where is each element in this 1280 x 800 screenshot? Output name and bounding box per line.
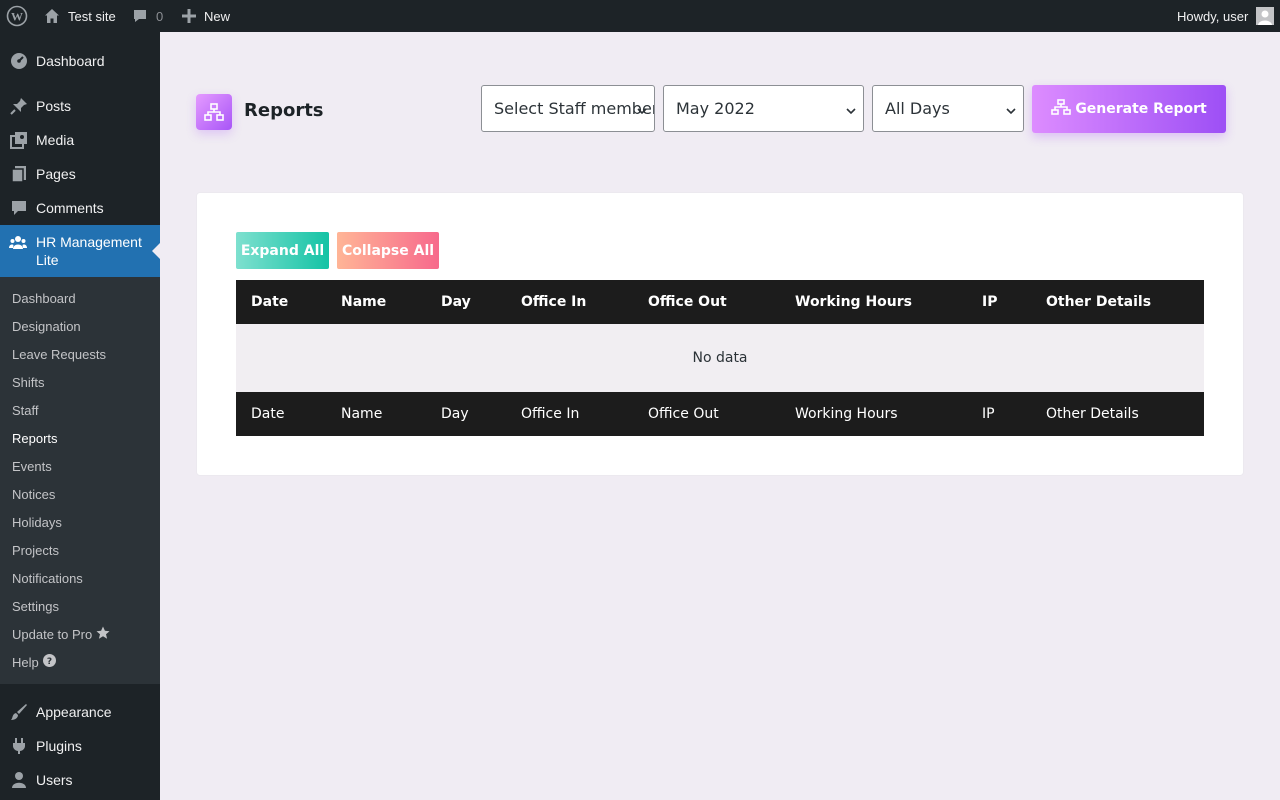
month-select[interactable]: May 2022 [663,85,864,132]
submenu-events[interactable]: Events [12,456,52,476]
help-icon: ? [42,654,56,670]
column-footer-ip: IP [982,406,995,422]
column-header-working-hours[interactable]: Working Hours [795,280,912,324]
submenu-holidays[interactable]: Holidays [12,512,62,532]
submenu-reports[interactable]: Reports [12,428,58,448]
column-header-ip[interactable]: IP [982,280,997,324]
sitemap-icon [1051,99,1075,119]
admin-bar: W Test site 0 New Howdy, user [0,0,1280,32]
column-header-date[interactable]: Date [251,280,288,324]
generate-report-button[interactable]: Generate Report [1032,85,1226,133]
svg-text:?: ? [47,657,52,667]
column-footer-office-out: Office Out [648,406,719,422]
home-icon [44,8,60,24]
submenu-projects[interactable]: Projects [12,540,59,560]
submenu-notifications[interactable]: Notifications [12,568,83,588]
menu-media[interactable]: Media [0,123,160,157]
chevron-down-icon [636,102,648,121]
media-icon [0,131,36,149]
column-header-day[interactable]: Day [441,280,471,324]
pin-icon [0,97,36,115]
submenu-shifts[interactable]: Shifts [12,372,45,392]
submenu-dashboard[interactable]: Dashboard [12,288,76,308]
table-row: No data [236,324,1204,392]
wordpress-logo-icon[interactable]: W [6,0,28,32]
column-footer-name: Name [341,406,383,422]
admin-sidebar: Dashboard Posts Media Pages Comments HR … [0,32,160,800]
table-footer: Date Name Day Office In Office Out Worki… [236,392,1204,436]
greeting: Howdy, user [1177,8,1249,24]
chevron-down-icon [1005,102,1017,121]
menu-plugins[interactable]: Plugins [0,729,160,763]
hr-submenu: Dashboard Designation Leave Requests Shi… [0,277,160,684]
menu-dashboard[interactable]: Dashboard [0,44,160,78]
submenu-leave-requests[interactable]: Leave Requests [12,344,106,364]
site-name: Test site [68,8,116,24]
submenu-designation[interactable]: Designation [12,316,81,336]
days-select[interactable]: All Days [872,85,1024,132]
users-group-icon [9,235,27,254]
active-indicator [152,243,160,259]
menu-comments[interactable]: Comments [0,191,160,225]
user-icon [0,771,36,789]
column-footer-office-in: Office In [521,406,580,422]
staff-select[interactable]: Select Staff member [481,85,655,132]
submenu-notices[interactable]: Notices [12,484,55,504]
plus-icon [182,9,196,23]
submenu-update-to-pro[interactable]: Update to Pro [12,624,110,644]
avatar [1256,7,1275,25]
column-footer-day: Day [441,406,469,422]
menu-pages[interactable]: Pages [0,157,160,191]
submenu-help[interactable]: Help ? [12,652,56,672]
svg-text:W: W [11,10,23,24]
sitemap-icon [196,94,232,130]
comments-count: 0 [156,8,164,24]
comment-icon [0,199,36,217]
new-label: New [204,8,231,24]
column-header-other-details[interactable]: Other Details [1046,280,1151,324]
pages-icon [0,165,36,183]
column-header-office-in[interactable]: Office In [521,280,586,324]
column-header-office-out[interactable]: Office Out [648,280,727,324]
column-header-name[interactable]: Name [341,280,386,324]
menu-appearance[interactable]: Appearance [0,695,160,729]
collapse-all-button[interactable]: Collapse All [337,232,439,269]
page-title: Reports [244,100,324,121]
comments-link[interactable]: 0 [132,0,163,32]
comment-bubble-icon [132,8,148,24]
expand-all-button[interactable]: Expand All [236,232,329,269]
column-footer-date: Date [251,406,285,422]
new-content-link[interactable]: New [182,0,230,32]
chevron-down-icon [845,102,857,121]
dashboard-icon [0,52,36,70]
table-header: Date Name Day Office In Office Out Worki… [236,280,1204,324]
menu-hr-management[interactable]: HR Management Lite [0,225,160,277]
menu-users[interactable]: Users [0,763,160,797]
plugin-icon [0,737,36,755]
account-menu[interactable]: Howdy, user [1177,0,1275,32]
column-footer-other-details: Other Details [1046,406,1139,422]
submenu-settings[interactable]: Settings [12,596,59,616]
brush-icon [0,703,36,721]
submenu-staff[interactable]: Staff [12,400,39,420]
menu-posts[interactable]: Posts [0,89,160,123]
empty-state-text: No data [692,350,748,366]
site-link[interactable]: Test site [44,0,116,32]
star-icon [96,626,110,643]
column-footer-working-hours: Working Hours [795,406,898,422]
